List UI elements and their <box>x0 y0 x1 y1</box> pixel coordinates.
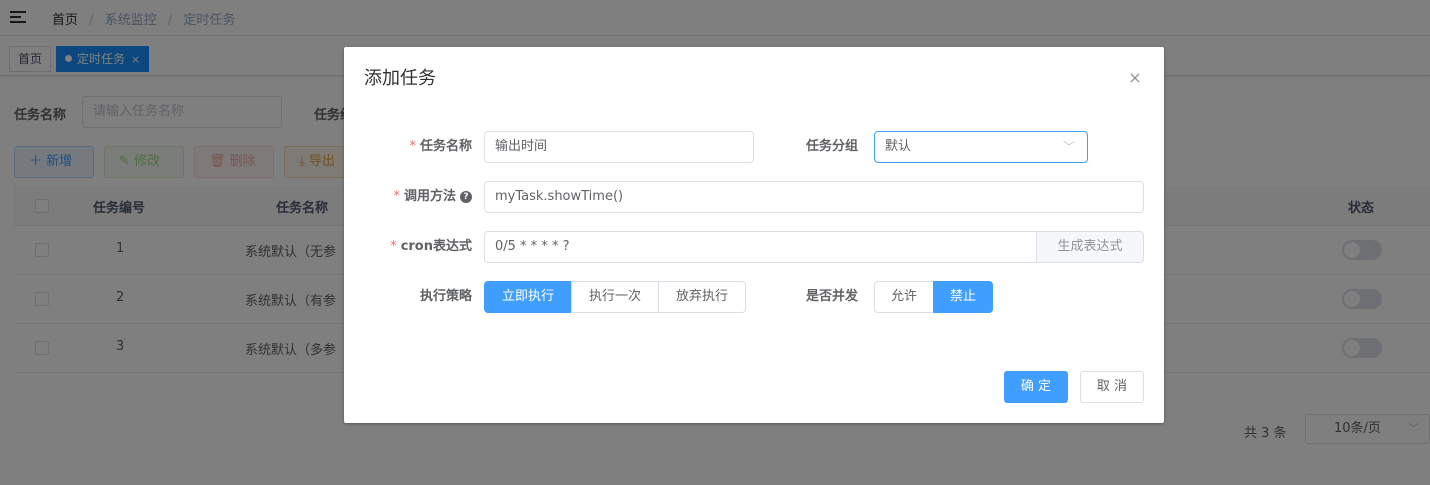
misfire-immediate-button[interactable]: 立即执行 <box>484 281 572 313</box>
concurrent-label: 是否并发 <box>806 289 859 304</box>
invoke-target-input[interactable]: myTask.showTime() <box>484 181 1144 213</box>
add-job-dialog: 添加任务 × * 任务名称 输出时间 任务分组 默认 ﹀ * 调用方法? myTask… <box>344 47 1164 423</box>
invoke-target-label: * 调用方法? <box>393 181 472 213</box>
chevron-down-icon: ﹀ <box>1062 140 1075 154</box>
cancel-button[interactable]: 取 消 <box>1080 371 1144 403</box>
misfire-once-button[interactable]: 执行一次 <box>571 281 659 313</box>
job-group-label: 任务分组 <box>806 139 859 154</box>
cron-label: * cron表达式 <box>390 239 472 254</box>
misfire-policy-label: 执行策略 <box>419 289 472 304</box>
job-group-select[interactable]: 默认 ﹀ <box>874 131 1088 163</box>
misfire-abandon-button[interactable]: 放弃执行 <box>658 281 746 313</box>
dialog-title: 添加任务 <box>364 68 436 89</box>
question-circle-icon[interactable]: ? <box>460 191 472 203</box>
close-icon[interactable]: × <box>1124 67 1146 89</box>
job-name-input[interactable]: 输出时间 <box>484 131 754 163</box>
concurrent-forbid-button[interactable]: 禁止 <box>933 281 993 313</box>
confirm-button[interactable]: 确 定 <box>1004 371 1068 403</box>
job-name-label: * 任务名称 <box>409 139 472 154</box>
concurrent-allow-button[interactable]: 允许 <box>874 281 934 313</box>
cron-input[interactable]: 0/5 * * * * ? <box>484 231 1037 263</box>
generate-cron-button[interactable]: 生成表达式 <box>1037 231 1144 263</box>
